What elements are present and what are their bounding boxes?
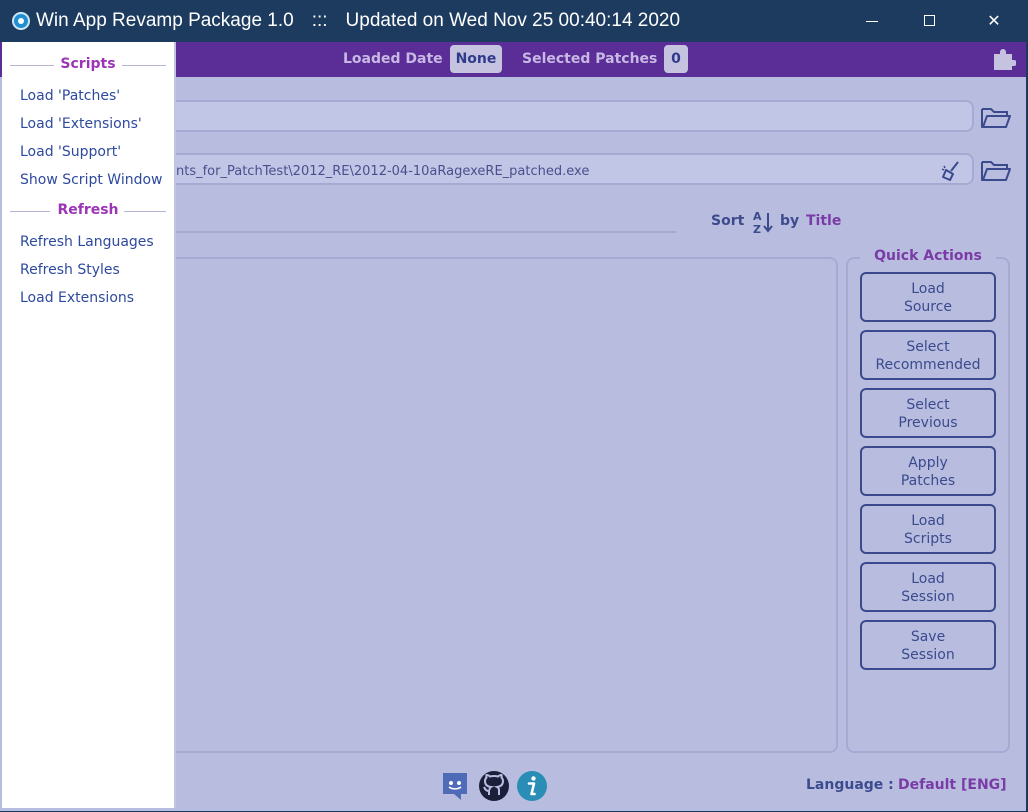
title-separator: ::: [311, 10, 328, 31]
folder-open-icon[interactable] [980, 106, 1012, 130]
selected-patches-count: 0 [664, 45, 688, 73]
load-scripts-button[interactable]: Load Scripts [860, 504, 996, 554]
menu-item-load-support[interactable]: Load 'Support' [20, 144, 121, 160]
app-name: Win App Revamp Package 1.0 [36, 10, 294, 31]
button-label-line2: Patches [900, 473, 956, 489]
output-path: nts_for_PatchTest\2012_RE\2012-04-10aRag… [176, 164, 590, 179]
language-selector[interactable]: Default [ENG] [898, 777, 1007, 793]
patch-list[interactable] [176, 257, 838, 753]
menu-item-show-script-window[interactable]: Show Script Window [20, 172, 162, 188]
apply-patches-button[interactable]: Apply Patches [860, 446, 996, 496]
sort-az-icon[interactable]: A Z [752, 209, 774, 235]
minimize-icon [866, 21, 878, 22]
updated-text: Updated on Wed Nov 25 00:40:14 2020 [345, 10, 681, 31]
language-label: Language : [806, 777, 894, 793]
select-previous-button[interactable]: Select Previous [860, 388, 996, 438]
menu-item-refresh-languages[interactable]: Refresh Languages [20, 234, 154, 250]
button-label-line2: Previous [898, 415, 958, 431]
menu-item-refresh-styles[interactable]: Refresh Styles [20, 262, 120, 278]
quick-actions-title: Quick Actions [860, 248, 996, 264]
menu-item-load-extensions[interactable]: Load 'Extensions' [20, 116, 142, 132]
sort-field[interactable]: Title [806, 213, 841, 229]
select-recommended-button[interactable]: Select Recommended [860, 330, 996, 380]
button-label-line1: Save [910, 629, 946, 645]
github-icon[interactable] [478, 770, 510, 802]
button-label-line1: Load [911, 571, 945, 587]
button-label-line2: Source [903, 299, 953, 315]
window-title: Win App Revamp Package 1.0::: Updated on … [36, 10, 680, 32]
search-input[interactable] [176, 231, 676, 233]
button-label-line2: Session [901, 647, 955, 663]
refresh-section-title: Refresh [57, 202, 119, 218]
scripts-section-header: Scripts [10, 56, 166, 76]
source-input[interactable] [150, 100, 974, 132]
menu-item-load-extensions-refresh[interactable]: Load Extensions [20, 290, 134, 306]
app-icon [12, 12, 30, 30]
button-label-line1: Load [911, 513, 945, 529]
menu-item-load-patches[interactable]: Load 'Patches' [20, 88, 120, 104]
maximize-icon [924, 15, 935, 26]
save-session-button[interactable]: Save Session [860, 620, 996, 670]
button-label-line2: Recommended [875, 357, 981, 373]
button-label-line1: Select [906, 339, 950, 355]
button-label-line1: Apply [908, 455, 948, 471]
broom-icon[interactable] [940, 160, 962, 182]
divider [122, 65, 166, 66]
puzzle-icon[interactable] [992, 48, 1016, 70]
button-label-line2: Scripts [904, 531, 952, 547]
close-button[interactable]: ✕ [962, 0, 1026, 42]
loaded-date-value: None [450, 45, 502, 73]
sort-by-label: by [780, 213, 800, 229]
selected-patches-label: Selected Patches [522, 51, 658, 67]
load-source-button[interactable]: Load Source [860, 272, 996, 322]
divider [124, 211, 166, 212]
button-label-line2: Session [901, 589, 955, 605]
close-icon: ✕ [987, 11, 1001, 30]
info-icon[interactable] [516, 770, 548, 802]
button-label-line1: Load [911, 281, 945, 297]
scripts-section-title: Scripts [60, 56, 116, 72]
maximize-button[interactable] [898, 0, 962, 42]
folder-open-icon[interactable] [980, 159, 1012, 183]
minimize-button[interactable] [840, 0, 904, 42]
svg-text:Z: Z [753, 223, 761, 235]
drawer-edge [174, 42, 176, 808]
loaded-date-label: Loaded Date [343, 51, 443, 67]
discord-icon[interactable] [439, 770, 471, 802]
refresh-section-header: Refresh [10, 202, 166, 222]
title-bar: Win App Revamp Package 1.0::: Updated on … [0, 0, 1028, 42]
button-label-line1: Select [906, 397, 950, 413]
load-session-button[interactable]: Load Session [860, 562, 996, 612]
svg-text:A: A [753, 210, 762, 223]
sort-label: Sort [711, 213, 745, 229]
